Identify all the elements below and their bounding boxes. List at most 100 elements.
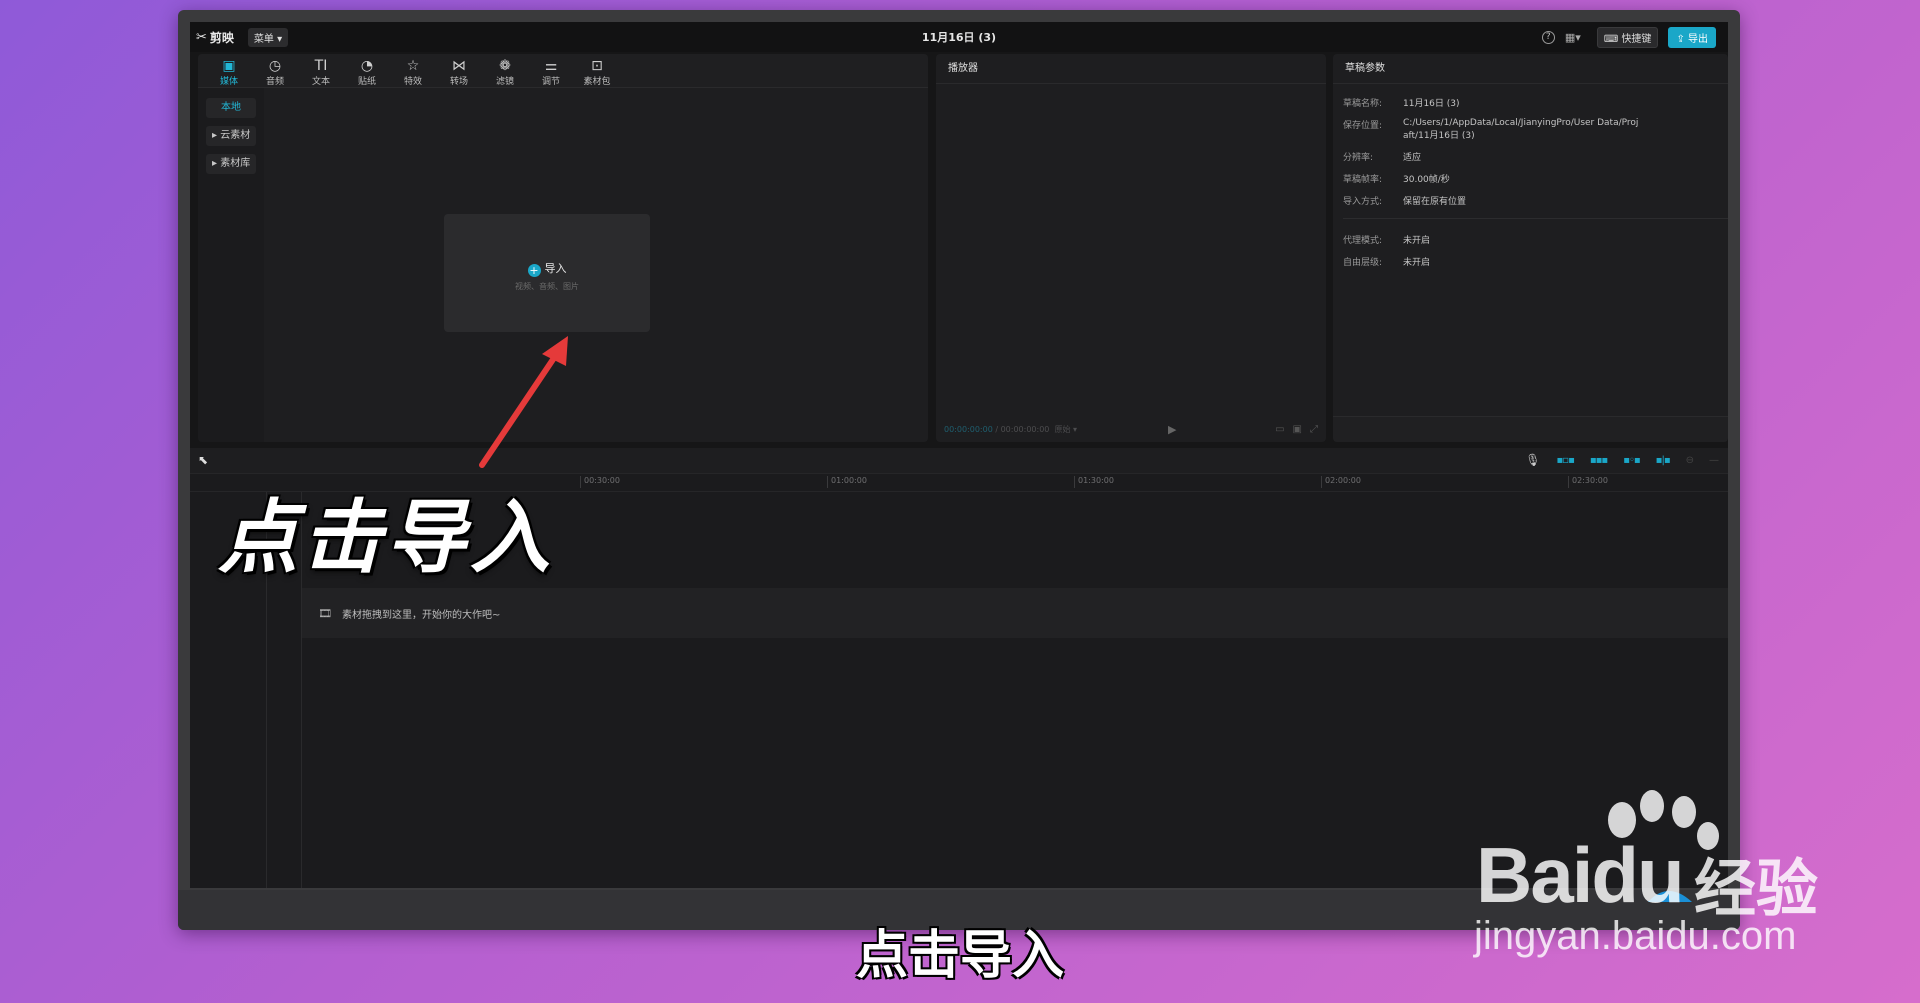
preview-axis-icon[interactable]: ▪|▪	[1656, 455, 1671, 466]
prop-import-mode: 导入方式: 保留在原有位置	[1343, 190, 1728, 212]
export-button[interactable]: ⇪ 导出	[1668, 27, 1716, 48]
tab-label: 音频	[265, 77, 284, 87]
app-name: 剪映	[209, 30, 234, 45]
timecode-separator: /	[992, 424, 1001, 434]
tab-media[interactable]: ▣ 媒体	[206, 54, 252, 87]
zoom-fit-icon[interactable]: ⊖	[1686, 455, 1694, 466]
main-track-magnet-icon[interactable]: ▪▫▪	[1557, 455, 1575, 466]
draft-params-title: 草稿参数	[1333, 54, 1728, 84]
drop-hint: 素材拖拽到这里，开始你的大作吧~	[341, 609, 501, 621]
ruler-tick: 02:30:00	[1568, 476, 1608, 488]
props-list: 草稿名称: 11月16日 (3) 保存位置: C:/Users/1/AppData/…	[1333, 84, 1728, 273]
tab-label: 文本	[311, 77, 330, 87]
nav-local[interactable]: 本地	[206, 98, 256, 118]
import-label-row: + 导入	[444, 260, 650, 277]
shortcut-button[interactable]: ⌨ 快捷键	[1596, 27, 1659, 48]
prop-resolution: 分辨率: 适应	[1343, 146, 1728, 168]
nav-library-label: 素材库	[220, 158, 251, 169]
timecode-current: 00:00:00:00	[944, 424, 993, 434]
export-label: 导出	[1688, 34, 1708, 45]
microphone-icon[interactable]: 🎙	[1525, 453, 1540, 467]
video-subtitle: 点击导入	[855, 926, 1064, 986]
nav-cloud[interactable]: ▸ 云素材	[206, 126, 256, 146]
shortcut-label: 快捷键	[1621, 34, 1652, 45]
audio-icon: ◷	[268, 58, 282, 74]
effects-icon: ☆	[406, 58, 420, 74]
player-controls: 00:00:00:00 / 00:00:00:00 原始 ▾ ▶ ▭ ▣ ⤢	[936, 416, 1326, 442]
prop-value: 适应	[1403, 153, 1422, 163]
transition-icon: ⋈	[452, 58, 466, 74]
prop-label: 自由层级:	[1343, 258, 1383, 268]
prop-label: 代理模式:	[1343, 236, 1383, 246]
project-title: 11月16日 (3)	[921, 31, 997, 44]
menu-button[interactable]: 菜单 ▾	[247, 27, 289, 47]
adjust-icon: ⚌	[544, 58, 558, 74]
auto-snap-icon[interactable]: ▪▪▪	[1590, 455, 1608, 466]
prop-label: 导入方式:	[1343, 197, 1383, 207]
prop-label: 草稿名称:	[1343, 99, 1383, 109]
caret-right-icon: ▸	[212, 158, 221, 169]
tab-filter[interactable]: ❁ 滤镜	[482, 54, 528, 87]
ruler-tick: 00:30:00	[580, 476, 620, 488]
zoom-slider[interactable]: —	[1709, 455, 1719, 466]
sticker-icon: ◔	[360, 58, 374, 74]
media-tabs: ▣ 媒体 ◷ 音频 TI 文本 ◔ 贴纸 ☆ 特效 ⋈ 转场 ❁ 滤镜 ⚌ 调节 ⊡ 素材包	[198, 54, 928, 88]
prop-draft-name: 草稿名称: 11月16日 (3)	[1343, 92, 1728, 114]
menu-label: 菜单	[253, 33, 274, 45]
timeline-toolbar: ⬉ 🎙 ▪▫▪ ▪▪▪ ▪◦▪ ▪|▪ ⊖ —	[190, 448, 1728, 474]
select-cursor-icon[interactable]: ⬉	[198, 453, 208, 467]
tab-text[interactable]: TI 文本	[298, 54, 344, 87]
watermark-brand: Baidu	[1476, 830, 1685, 921]
prop-value: 保留在原有位置	[1403, 197, 1467, 207]
ratio-label: 原始	[1054, 424, 1071, 434]
prop-value-line1: C:/Users/1/AppData/Local/JianyingPro/Use…	[1403, 118, 1639, 128]
prop-save-location: 保存位置: C:/Users/1/AppData/Local/JianyingPr…	[1343, 114, 1728, 146]
main-track-dropzone[interactable]: 🎞 素材拖拽到这里，开始你的大作吧~	[302, 588, 1728, 638]
app-logo: ✂ 剪映	[196, 29, 234, 46]
prop-value: 30.00帧/秒	[1403, 175, 1450, 185]
prop-label: 分辨率:	[1343, 153, 1374, 163]
plus-icon: +	[527, 264, 541, 277]
tab-label: 转场	[449, 77, 468, 87]
tab-effects[interactable]: ☆ 特效	[390, 54, 436, 87]
linkage-icon[interactable]: ▪◦▪	[1623, 455, 1640, 466]
watermark-brand-part2: du	[1591, 831, 1684, 919]
tab-label: 特效	[403, 77, 422, 87]
watermark-brand-part1: Bai	[1476, 831, 1593, 919]
preview-quality-icon[interactable]: ▭	[1275, 424, 1284, 435]
prop-value-line2: aft/11月16日 (3)	[1403, 131, 1475, 141]
prop-value: C:/Users/1/AppData/Local/JianyingPro/Use…	[1403, 118, 1638, 141]
tab-package[interactable]: ⊡ 素材包	[574, 54, 620, 87]
prop-value: 11月16日 (3)	[1403, 99, 1460, 109]
prop-label: 草稿帧率:	[1343, 175, 1383, 185]
nav-library[interactable]: ▸ 素材库	[206, 154, 256, 174]
prop-value: 未开启	[1403, 258, 1431, 268]
tab-label: 媒体	[219, 77, 238, 87]
caption-overlay: 点击导入	[218, 491, 554, 584]
caret-right-icon: ▸	[212, 130, 221, 141]
media-icon: ▣	[222, 58, 236, 74]
player-panel: 播放器 00:00:00:00 / 00:00:00:00 原始 ▾ ▶ ▭ ▣…	[936, 54, 1326, 442]
tab-audio[interactable]: ◷ 音频	[252, 54, 298, 87]
tab-transition[interactable]: ⋈ 转场	[436, 54, 482, 87]
ratio-select[interactable]: 原始 ▾	[1049, 424, 1078, 435]
layout-icon[interactable]: ▦▾	[1565, 31, 1587, 44]
tab-sticker[interactable]: ◔ 贴纸	[344, 54, 390, 87]
filter-icon: ❁	[499, 58, 511, 74]
aspect-ratio-icon[interactable]: ▣	[1293, 424, 1302, 435]
media-side-nav: 本地 ▸ 云素材 ▸ 素材库	[198, 88, 264, 442]
ruler-tick: 01:00:00	[827, 476, 867, 488]
import-label: 导入	[544, 262, 567, 275]
import-button[interactable]: + 导入 视频、音频、图片	[444, 214, 650, 332]
tab-label: 素材包	[583, 77, 611, 87]
top-bar: ✂ 剪映 菜单 ▾ 11月16日 (3) ? ▦▾ ⌨ 快捷键 ⇪ 导出	[190, 22, 1728, 52]
tab-adjust[interactable]: ⚌ 调节	[528, 54, 574, 87]
timeline-right-tools: 🎙 ▪▫▪ ▪▪▪ ▪◦▪ ▪|▪ ⊖ —	[1525, 453, 1719, 467]
play-icon[interactable]: ▶	[1168, 423, 1176, 436]
upload-icon: ⇪	[1676, 34, 1688, 45]
timeline-ruler[interactable]: 00:30:00 01:00:00 01:30:00 02:00:00 02:3…	[190, 474, 1728, 492]
help-icon[interactable]: ?	[1541, 31, 1555, 44]
fullscreen-icon[interactable]: ⤢	[1310, 424, 1318, 435]
props-footer	[1333, 416, 1728, 442]
tab-label: 贴纸	[357, 77, 376, 87]
